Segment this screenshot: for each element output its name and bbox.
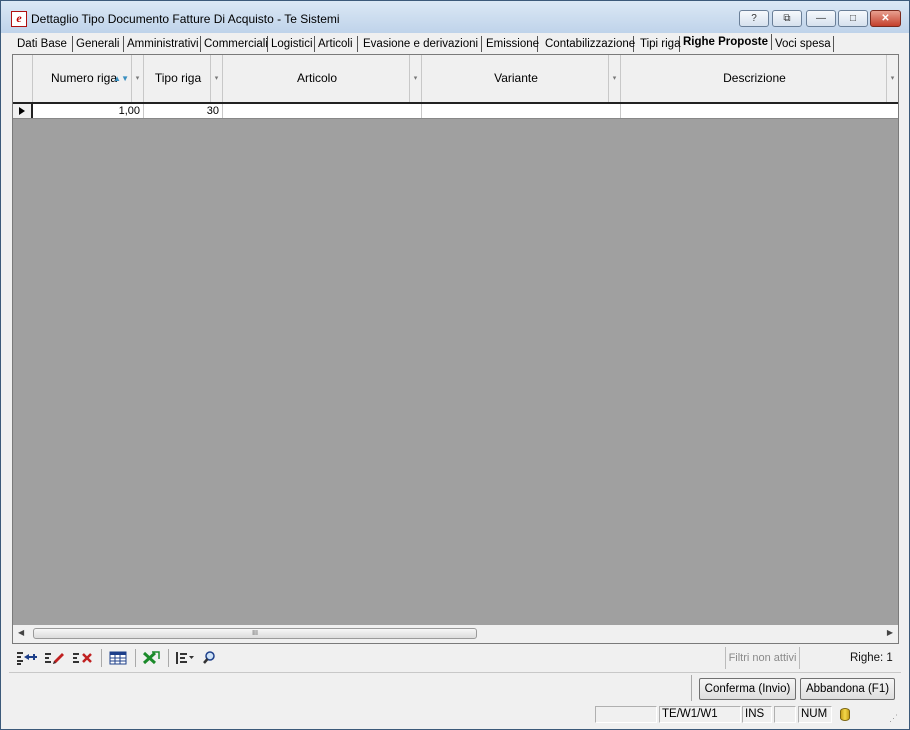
scrollbar-thumb[interactable]: III — [33, 628, 477, 639]
cell-articolo[interactable] — [223, 104, 422, 118]
window-title: Dettaglio Tipo Documento Fatture Di Acqu… — [31, 12, 340, 26]
tab-righe-proposte[interactable]: Righe Proposte — [680, 34, 772, 50]
column-header-articolo[interactable]: Articolo ▾ — [223, 55, 422, 102]
app-logo-icon: e — [11, 11, 27, 27]
delete-row-icon[interactable] — [72, 650, 94, 666]
column-filter-dropdown[interactable]: ▾ — [131, 55, 143, 102]
column-filter-dropdown[interactable]: ▾ — [409, 55, 421, 102]
status-cell-empty-2 — [774, 706, 796, 723]
scroll-right-icon[interactable]: ▶ — [887, 628, 893, 637]
horizontal-scrollbar[interactable]: ◀ III ▶ — [12, 625, 899, 643]
status-cell-empty — [595, 706, 657, 723]
filters-status: Filtri non attivi — [725, 647, 800, 669]
toolbar-separator — [168, 649, 169, 667]
tab-generali[interactable]: Generali — [73, 36, 124, 52]
status-path: TE/W1/W1 — [659, 706, 741, 723]
row-selector-header — [13, 55, 33, 102]
rows-count: Righe: 1 — [850, 652, 893, 664]
help-icon[interactable]: ? — [739, 10, 769, 27]
action-separator — [691, 675, 692, 701]
grid-view-icon[interactable] — [107, 650, 129, 666]
column-header-numero-riga[interactable]: Numero riga ▲▼ ▾ — [33, 55, 144, 102]
screenshot-icon[interactable]: ⧉ — [772, 10, 802, 27]
column-label: Articolo — [296, 71, 337, 85]
tab-amministrativi[interactable]: Amministrativi — [124, 36, 201, 52]
close-button[interactable]: ✕ — [870, 10, 901, 27]
tab-dati-base[interactable]: Dati Base — [14, 36, 73, 52]
resize-grip-icon[interactable]: ⋰ — [889, 713, 899, 723]
grid-toolbar: Filtri non attivi Righe: 1 — [12, 645, 899, 671]
column-filter-dropdown[interactable]: ▾ — [608, 55, 620, 102]
grid-header: Numero riga ▲▼ ▾ Tipo riga ▾ Articolo ▾ V… — [13, 55, 898, 104]
status-num: NUM — [798, 706, 832, 723]
status-ins: INS — [742, 706, 772, 723]
column-header-tipo-riga[interactable]: Tipo riga ▾ — [144, 55, 223, 102]
column-label: Descrizione — [723, 71, 786, 85]
cancel-button[interactable]: Abbandona (F1) — [800, 678, 895, 700]
scroll-left-icon[interactable]: ◀ — [18, 628, 24, 637]
minimize-button[interactable]: — — [806, 10, 836, 27]
confirm-button[interactable]: Conferma (Invio) — [699, 678, 796, 700]
column-header-descrizione[interactable]: Descrizione ▾ — [621, 55, 898, 102]
tab-bar: Dati Base Generali Amministrativi Commer… — [9, 34, 901, 54]
toolbar-separator — [101, 649, 102, 667]
toolbar-separator — [135, 649, 136, 667]
status-bar: TE/W1/W1 INS NUM ⋰ — [9, 703, 901, 725]
sort-icon: ▲▼ — [113, 74, 129, 83]
tab-logistici[interactable]: Logistici — [268, 36, 315, 52]
cell-tipo-riga[interactable]: 30 — [144, 104, 223, 118]
search-icon[interactable] — [201, 650, 223, 666]
tab-emissione[interactable]: Emissione — [482, 36, 539, 52]
column-filter-dropdown[interactable]: ▾ — [886, 55, 898, 102]
current-row-arrow-icon — [19, 107, 25, 115]
action-bar: Conferma (Invio) Abbandona (F1) — [9, 672, 901, 703]
database-icon — [840, 708, 850, 721]
title-bar[interactable]: e Dettaglio Tipo Documento Fatture Di Ac… — [1, 1, 909, 33]
righe-grid[interactable]: Numero riga ▲▼ ▾ Tipo riga ▾ Articolo ▾ V… — [12, 54, 899, 644]
tab-evasione-derivazioni[interactable]: Evasione e derivazioni — [358, 36, 482, 52]
column-label: Tipo riga — [154, 71, 202, 85]
cell-numero-riga[interactable]: 1,00 — [33, 104, 144, 118]
main-window: e Dettaglio Tipo Documento Fatture Di Ac… — [0, 0, 910, 730]
table-row[interactable]: 1,00 30 — [13, 104, 898, 119]
tab-voci-spesa[interactable]: Voci spesa — [772, 36, 834, 52]
tab-tipi-riga[interactable]: Tipi riga — [634, 36, 680, 52]
column-label: Numero riga — [50, 71, 118, 85]
row-indicator[interactable] — [13, 104, 33, 118]
column-filter-dropdown[interactable]: ▾ — [210, 55, 222, 102]
column-header-variante[interactable]: Variante ▾ — [422, 55, 621, 102]
maximize-button[interactable]: □ — [838, 10, 868, 27]
tab-contabilizzazione[interactable]: Contabilizzazione — [538, 36, 635, 52]
column-chooser-icon[interactable] — [174, 650, 196, 666]
tab-articoli[interactable]: Articoli — [315, 36, 358, 52]
insert-row-icon[interactable] — [16, 650, 38, 666]
cell-descrizione[interactable] — [621, 104, 898, 118]
tab-commerciali[interactable]: Commerciali — [201, 36, 268, 52]
excel-export-icon[interactable] — [140, 650, 162, 666]
column-label: Variante — [494, 71, 538, 85]
edit-row-icon[interactable] — [44, 650, 66, 666]
cell-variante[interactable] — [422, 104, 621, 118]
